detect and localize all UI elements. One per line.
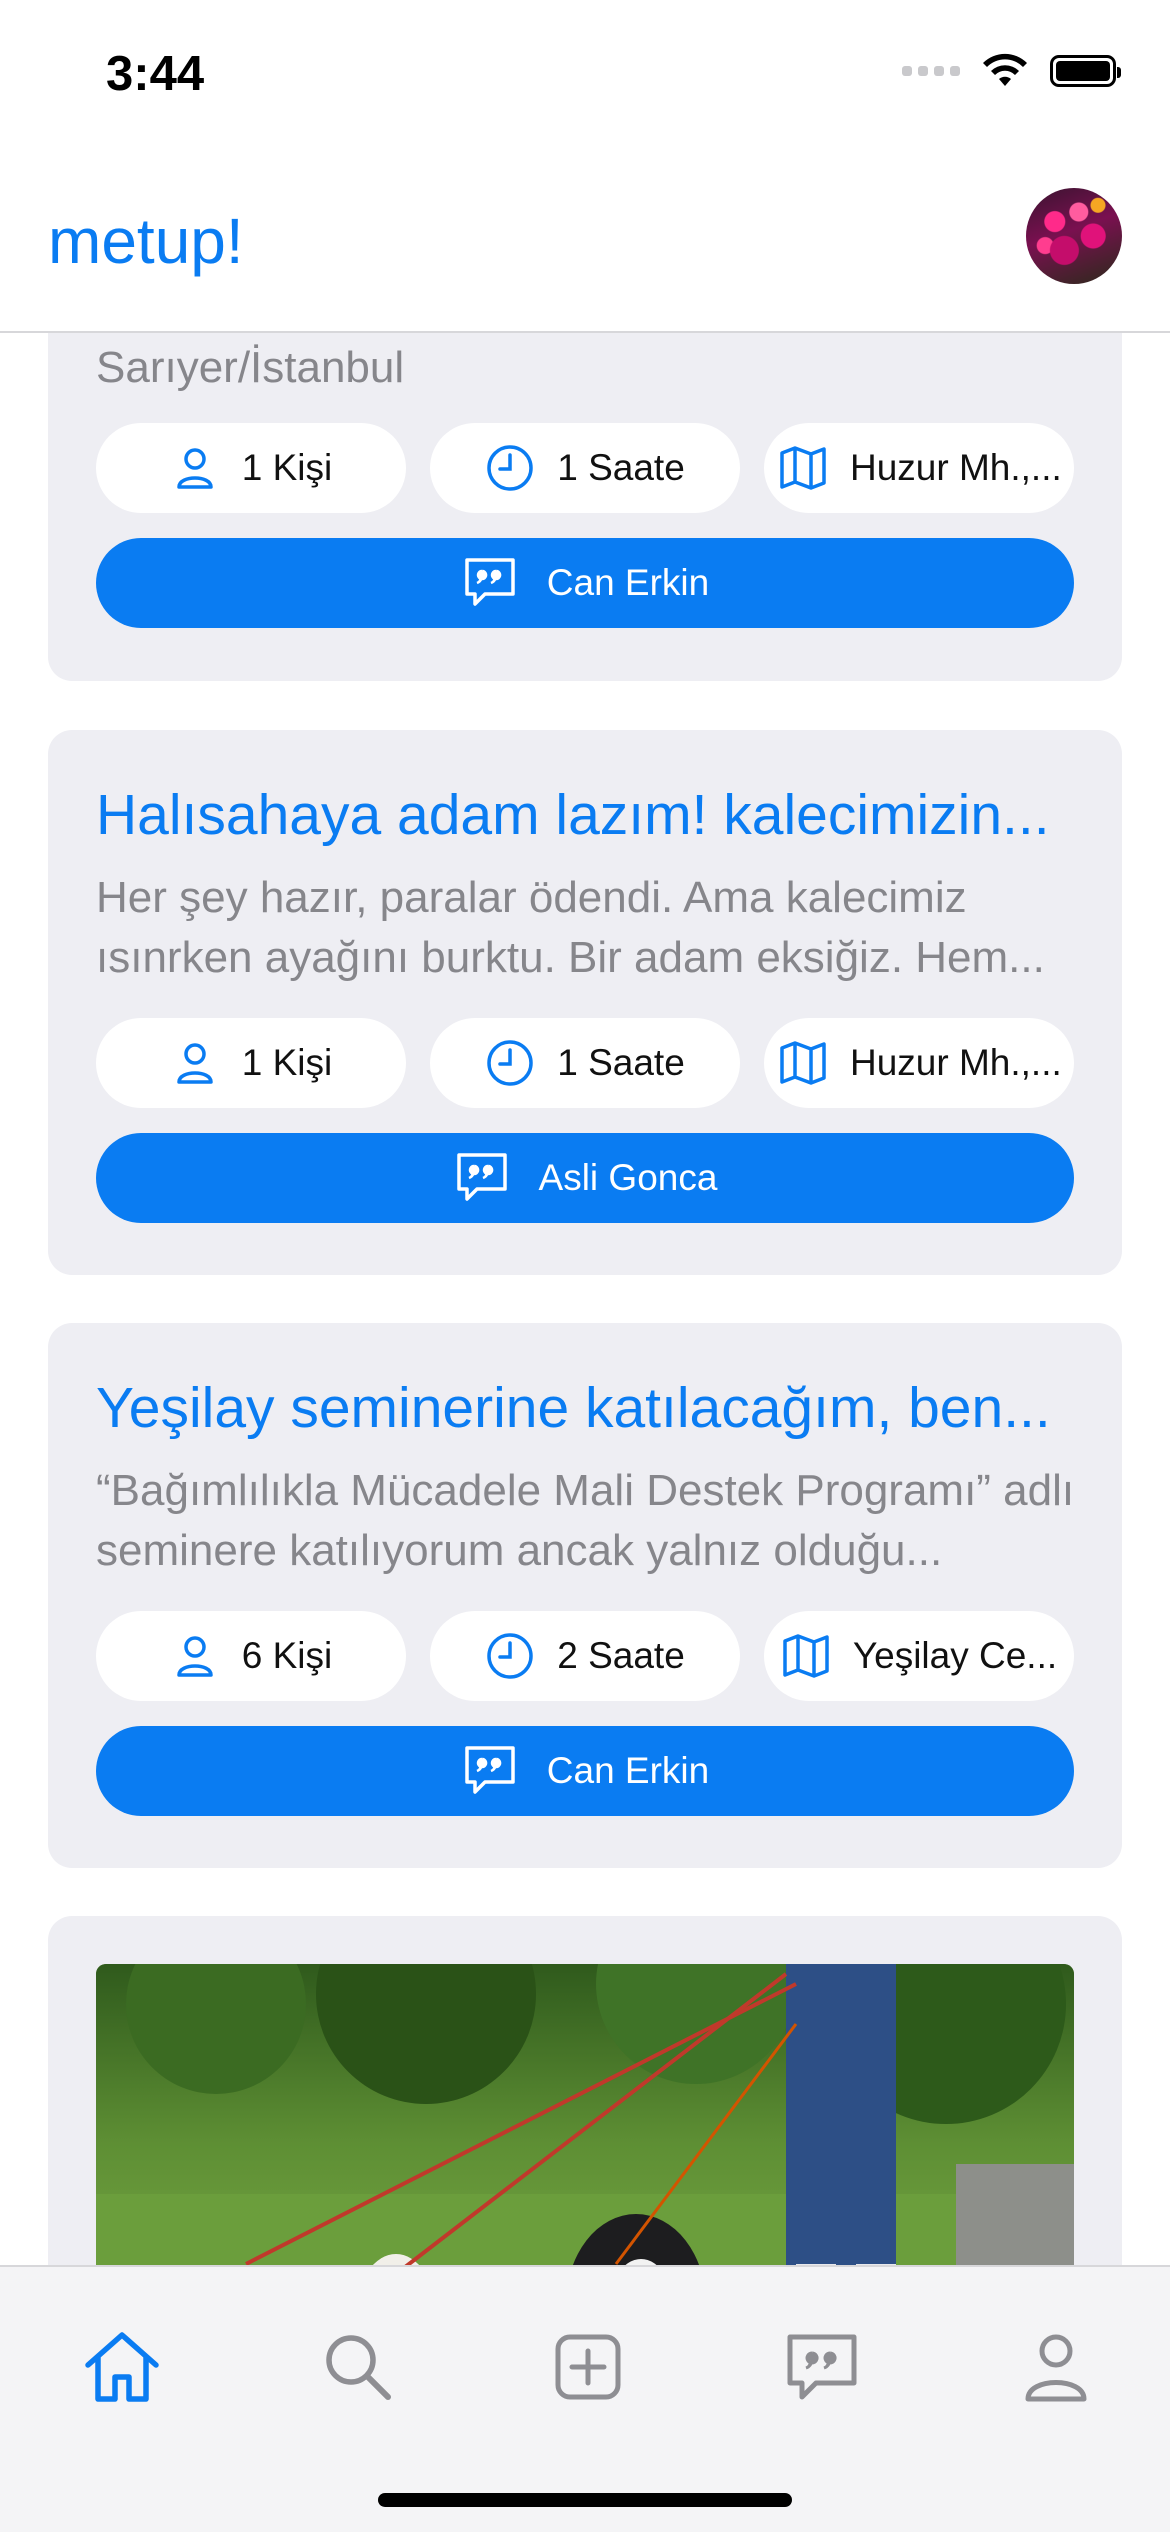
tab-create[interactable]: [548, 2327, 628, 2407]
time-until: 2 Saate: [557, 1635, 685, 1676]
chat-host-button[interactable]: Can Erkin: [96, 538, 1074, 628]
people-count: 6 Kişi: [241, 1635, 333, 1676]
event-card[interactable]: Halısahaya adam lazım! kalecimizin... He…: [48, 730, 1122, 1275]
plus-square-icon: [555, 2334, 621, 2400]
event-description: Sarıyer/İstanbul: [96, 343, 405, 392]
tab-home[interactable]: [82, 2327, 162, 2407]
time-pill: 1 Saate: [430, 423, 740, 513]
tab-messages[interactable]: [782, 2327, 862, 2407]
host-name: Asli Gonca: [538, 1157, 718, 1198]
event-card[interactable]: Sarıyer/İstanbul 1 Kişi 1 Saate Huzur Mh…: [48, 333, 1122, 681]
status-icons: [902, 52, 1121, 90]
map-icon: [780, 1041, 826, 1085]
app-header: metup!: [0, 150, 1170, 333]
house-icon: [85, 2332, 159, 2402]
clock-icon: [487, 445, 533, 491]
tab-bar: [0, 2265, 1170, 2532]
tab-search[interactable]: [318, 2327, 398, 2407]
clock-icon: [487, 1040, 533, 1086]
status-bar: 3:44: [0, 0, 1170, 150]
location-pill[interactable]: Yeşilay Ce...: [764, 1611, 1074, 1701]
person-icon: [177, 1636, 213, 1677]
host-name: Can Erkin: [546, 562, 710, 603]
map-icon: [780, 446, 826, 490]
host-name: Can Erkin: [546, 1750, 710, 1791]
location-pill[interactable]: Huzur Mh.,...: [764, 1018, 1074, 1108]
cellular-signal-icon: [902, 66, 960, 76]
time-until: 1 Saate: [557, 1042, 685, 1083]
chat-bubble-quote-icon: [456, 1153, 507, 1201]
chat-bubble-quote-icon: [787, 2334, 857, 2400]
magnifying-glass-icon: [326, 2335, 391, 2400]
person-icon: [177, 1043, 213, 1084]
event-card[interactable]: Yeşilay seminerine katılacağım, ben... “…: [48, 1323, 1122, 1868]
location-name: Huzur Mh.,...: [850, 1042, 1060, 1083]
people-count-pill: 1 Kişi: [96, 1018, 406, 1108]
tab-profile[interactable]: [1016, 2327, 1096, 2407]
location-pill[interactable]: Huzur Mh.,...: [764, 423, 1074, 513]
chat-bubble-quote-icon: [465, 1746, 515, 1794]
event-feed[interactable]: Sarıyer/İstanbul 1 Kişi 1 Saate Huzur Mh…: [0, 333, 1170, 2265]
people-count: 1 Kişi: [241, 447, 333, 488]
event-title[interactable]: Halısahaya adam lazım! kalecimizin...: [96, 782, 1096, 848]
people-count-pill: 1 Kişi: [96, 423, 406, 513]
chat-host-button[interactable]: Can Erkin: [96, 1726, 1074, 1816]
chat-bubble-quote-icon: [465, 558, 515, 606]
time-pill: 2 Saate: [430, 1611, 740, 1701]
location-name: Huzur Mh.,...: [850, 447, 1060, 488]
event-card[interactable]: [48, 1916, 1122, 2265]
dogs-walking-photo: [96, 1964, 1074, 2265]
event-description: Her şey hazır, paralar ödendi. Ama kalec…: [96, 873, 1045, 982]
event-description: “Bağımlılıkla Mücadele Mali Destek Progr…: [96, 1466, 1075, 1575]
event-title[interactable]: Yeşilay seminerine katılacağım, ben...: [96, 1375, 1096, 1441]
time-until: 1 Saate: [557, 447, 685, 488]
event-photo[interactable]: [96, 1964, 1074, 2265]
home-indicator[interactable]: [378, 2493, 792, 2507]
map-icon: [783, 1634, 829, 1678]
clock-icon: [487, 1633, 533, 1679]
people-count-pill: 6 Kişi: [96, 1611, 406, 1701]
battery-icon: [1050, 55, 1121, 87]
time-pill: 1 Saate: [430, 1018, 740, 1108]
profile-avatar[interactable]: [1026, 188, 1122, 284]
status-time: 3:44: [106, 47, 205, 101]
wifi-icon: [983, 53, 1027, 86]
app-logo: metup!: [48, 205, 244, 277]
chat-host-button[interactable]: Asli Gonca: [96, 1133, 1074, 1223]
person-icon: [1025, 2334, 1087, 2402]
people-count: 1 Kişi: [241, 1042, 333, 1083]
person-icon: [177, 448, 213, 489]
location-name: Yeşilay Ce...: [852, 1635, 1058, 1676]
